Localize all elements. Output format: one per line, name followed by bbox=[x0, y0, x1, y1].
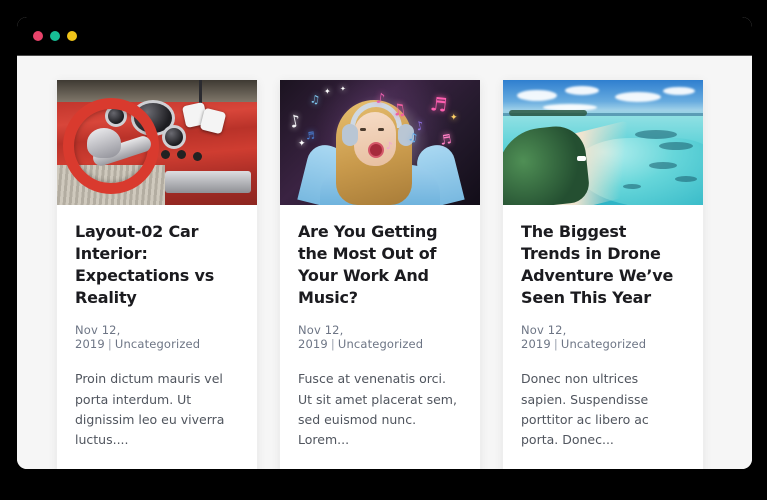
music-note-icon: ♫ bbox=[390, 99, 408, 120]
mouth-shape bbox=[368, 142, 384, 158]
read-more-row: Read More bbox=[298, 466, 462, 469]
card-body: Are You Getting the Most Out of Your Wor… bbox=[280, 205, 480, 469]
card-meta: Nov 12, 2019 | Uncategorized bbox=[75, 323, 239, 351]
eye-shape bbox=[378, 128, 384, 131]
reef-shape bbox=[635, 130, 677, 139]
read-more-row: Read More bbox=[521, 466, 685, 469]
music-note-icon: ✦ bbox=[340, 85, 346, 93]
cloud-shape bbox=[615, 92, 661, 102]
fuzzy-dice-icon bbox=[199, 107, 227, 135]
music-note-icon: ♪ bbox=[374, 90, 387, 108]
card-image-music[interactable]: ♪ ♫ ✦ ✦ ♬ ♪ ♫ ♬ ♪ ♫ ✦ ♪ ✦ ♬ bbox=[280, 80, 480, 205]
post-card[interactable]: Layout-02 Car Interior: Expectations vs … bbox=[57, 80, 257, 469]
reef-shape bbox=[675, 176, 697, 182]
clock-gauge-icon bbox=[162, 125, 186, 149]
maximize-button[interactable] bbox=[67, 31, 77, 41]
card-title[interactable]: Layout-02 Car Interior: Expectations vs … bbox=[75, 221, 239, 309]
boat-shape bbox=[577, 156, 586, 161]
music-note-icon: ✦ bbox=[298, 139, 306, 149]
card-title[interactable]: Are You Getting the Most Out of Your Wor… bbox=[298, 221, 462, 309]
card-excerpt: Fusce at venenatis orci. Ut sit amet pla… bbox=[298, 371, 457, 448]
dashboard-knob-icon bbox=[161, 150, 170, 159]
post-card[interactable]: ♪ ♫ ✦ ✦ ♬ ♪ ♫ ♬ ♪ ♫ ✦ ♪ ✦ ♬ Are You Getting the Most … bbox=[280, 80, 480, 469]
music-note-icon: ♫ bbox=[406, 130, 420, 145]
music-note-icon: ♪ bbox=[385, 140, 393, 153]
music-note-icon: ♫ bbox=[308, 92, 321, 107]
dashboard-knob-icon bbox=[177, 150, 186, 159]
music-note-icon: ♬ bbox=[305, 130, 316, 143]
headphone-cup-icon bbox=[342, 124, 358, 146]
window-titlebar bbox=[17, 17, 752, 56]
palm-foliage-shape bbox=[503, 123, 591, 205]
card-meta: Nov 12, 2019 | Uncategorized bbox=[298, 323, 462, 351]
cloud-shape bbox=[517, 90, 557, 101]
read-more-row: Read More bbox=[75, 466, 239, 469]
card-excerpt: Donec non ultrices sapien. Suspendisse p… bbox=[521, 371, 649, 448]
card-title[interactable]: The Biggest Trends in Drone Adventure We… bbox=[521, 221, 685, 309]
eye-shape bbox=[360, 128, 366, 131]
close-button[interactable] bbox=[33, 31, 43, 41]
meta-separator: | bbox=[330, 337, 335, 352]
reef-shape bbox=[659, 142, 693, 150]
post-card[interactable]: The Biggest Trends in Drone Adventure We… bbox=[503, 80, 703, 469]
card-body: The Biggest Trends in Drone Adventure We… bbox=[503, 205, 703, 469]
music-note-icon: ✦ bbox=[450, 113, 458, 123]
card-image-car[interactable] bbox=[57, 80, 257, 205]
card-excerpt: Proin dictum mauris vel porta interdum. … bbox=[75, 371, 225, 448]
post-card-grid: Layout-02 Car Interior: Expectations vs … bbox=[17, 80, 752, 469]
windshield-shape bbox=[57, 80, 257, 102]
page-viewport: Layout-02 Car Interior: Expectations vs … bbox=[17, 56, 752, 469]
music-note-icon: ✦ bbox=[324, 87, 331, 96]
card-category[interactable]: Uncategorized bbox=[115, 337, 200, 351]
cloud-shape bbox=[565, 86, 599, 95]
meta-separator: | bbox=[107, 337, 112, 352]
card-image-beach[interactable] bbox=[503, 80, 703, 205]
browser-window: Layout-02 Car Interior: Expectations vs … bbox=[17, 17, 752, 469]
chrome-console-shape bbox=[165, 171, 251, 193]
card-category[interactable]: Uncategorized bbox=[561, 337, 646, 351]
dashboard-knob-icon bbox=[193, 152, 202, 161]
steering-hub-shape bbox=[87, 128, 121, 158]
music-note-icon: ♬ bbox=[428, 93, 449, 117]
music-note-icon: ♬ bbox=[438, 132, 453, 149]
cloud-shape bbox=[663, 87, 695, 95]
card-category[interactable]: Uncategorized bbox=[338, 337, 423, 351]
card-body: Layout-02 Car Interior: Expectations vs … bbox=[57, 205, 257, 469]
music-note-icon: ♪ bbox=[287, 111, 303, 133]
meta-separator: | bbox=[553, 337, 558, 352]
reef-shape bbox=[649, 162, 677, 169]
minimize-button[interactable] bbox=[50, 31, 60, 41]
card-meta: Nov 12, 2019 | Uncategorized bbox=[521, 323, 685, 351]
